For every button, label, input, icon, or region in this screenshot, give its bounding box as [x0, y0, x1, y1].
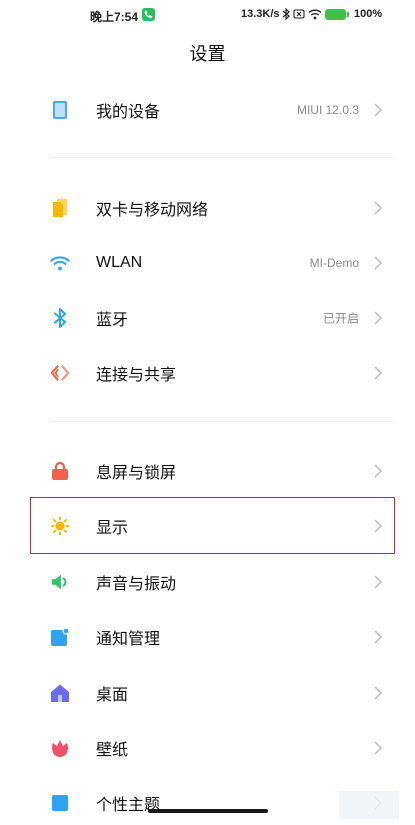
settings-item-label: 壁纸: [96, 742, 129, 759]
theme-icon: [50, 793, 70, 813]
section-divider: [50, 157, 395, 158]
chevron-right-icon: [374, 201, 382, 215]
settings-item-my-device[interactable]: 我的设备 MIUI 12.0.3: [30, 83, 395, 137]
flower-icon: [50, 738, 70, 758]
bluetooth-status-icon: [282, 8, 290, 20]
nfc-status-icon: [293, 9, 305, 19]
chevron-right-icon: [374, 366, 382, 380]
settings-item-connection-sharing[interactable]: 连接与共享: [30, 346, 395, 400]
connection-share-icon: [50, 363, 70, 383]
settings-item-label: 我的设备: [96, 104, 161, 121]
section-divider: [50, 421, 395, 422]
chevron-right-icon: [374, 686, 382, 700]
settings-item-bluetooth[interactable]: 蓝牙 已开启: [30, 291, 395, 345]
call-icon: [142, 8, 155, 21]
settings-item-desktop[interactable]: 桌面: [30, 666, 395, 720]
watermark: [339, 791, 399, 819]
battery-icon: [325, 8, 349, 20]
settings-item-label: 蓝牙: [96, 312, 129, 329]
chevron-right-icon: [374, 256, 382, 270]
wifi-status-icon: [308, 9, 322, 20]
chevron-right-icon: [374, 630, 382, 644]
status-time: 晚上7:54: [90, 10, 139, 24]
settings-item-wlan[interactable]: WLAN MI-Demo: [30, 236, 395, 290]
speaker-icon: [50, 572, 70, 592]
settings-item-label: 通知管理: [96, 631, 161, 648]
notification-icon: [50, 627, 70, 647]
settings-item-label: 息屏与锁屏: [96, 465, 177, 482]
settings-item-label: 声音与振动: [96, 576, 177, 593]
home-indicator[interactable]: [148, 809, 268, 813]
network-speed: 13.3K/s: [241, 8, 280, 20]
chevron-right-icon: [374, 741, 382, 755]
battery-percent: 100%: [354, 8, 383, 20]
settings-item-label: 桌面: [96, 687, 129, 704]
settings-item-sound[interactable]: 声音与振动: [30, 555, 395, 609]
settings-item-label: 双卡与移动网络: [96, 202, 209, 219]
settings-item-value: 已开启: [322, 311, 359, 326]
highlight-box: [30, 497, 395, 554]
lock-icon: [50, 461, 70, 481]
bluetooth-icon: [50, 308, 70, 328]
settings-item-wallpaper[interactable]: 壁纸: [30, 721, 395, 775]
chevron-right-icon: [374, 575, 382, 589]
settings-item-label: WLAN: [96, 254, 143, 271]
page-title: 设置: [189, 44, 226, 64]
wifi-icon: [50, 253, 70, 273]
settings-item-value: MIUI 12.0.3: [296, 103, 359, 117]
settings-item-notifications[interactable]: 通知管理: [30, 610, 395, 664]
settings-item-dual-sim[interactable]: 双卡与移动网络: [30, 181, 395, 235]
home-icon: [50, 683, 70, 703]
status-bar: 晚上7:54 13.3K/s 100%: [0, 0, 415, 30]
status-icons: 100%: [282, 6, 382, 22]
chevron-right-icon: [374, 311, 382, 325]
chevron-right-icon: [374, 103, 382, 117]
settings-item-value: MI-Demo: [309, 256, 359, 270]
sim-card-icon: [50, 198, 70, 218]
chevron-right-icon: [374, 464, 382, 478]
settings-item-label: 连接与共享: [96, 367, 177, 384]
phone-device-icon: [50, 100, 70, 120]
settings-item-lock-screen[interactable]: 息屏与锁屏: [30, 444, 395, 498]
